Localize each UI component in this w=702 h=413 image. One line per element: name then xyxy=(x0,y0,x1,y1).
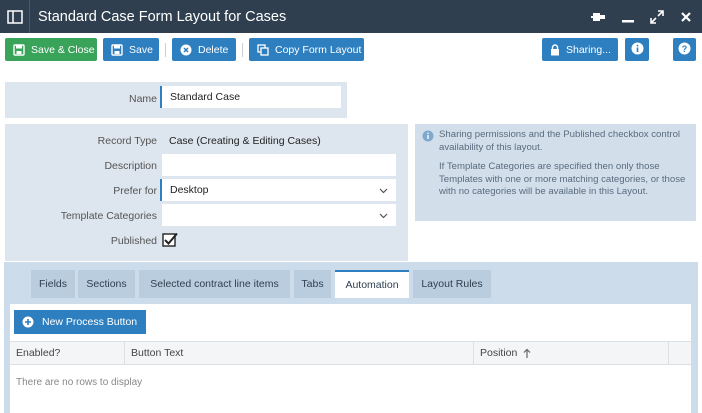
description-field[interactable] xyxy=(162,154,396,176)
prefer-for-select[interactable]: Desktop xyxy=(160,179,396,201)
column-position-label: Position xyxy=(480,347,518,359)
template-categories-select[interactable] xyxy=(162,204,396,226)
info-sharing-text: Sharing permissions and the Published ch… xyxy=(439,129,681,153)
save-icon xyxy=(111,43,123,56)
tab-fields[interactable]: Fields xyxy=(31,270,75,298)
sort-ascending-icon xyxy=(523,348,531,359)
help-icon: ? xyxy=(678,42,691,58)
save-close-button[interactable]: Save & Close xyxy=(5,38,97,61)
save-label: Save xyxy=(129,43,153,56)
delete-icon xyxy=(180,44,192,56)
copy-form-layout-label: Copy Form Layout xyxy=(275,43,362,56)
published-label: Published xyxy=(110,235,157,247)
window-title: Standard Case Form Layout for Cases xyxy=(38,8,287,25)
copy-form-layout-button[interactable]: Copy Form Layout xyxy=(249,38,364,61)
save-button[interactable]: Save xyxy=(103,38,159,61)
tab-tabs[interactable]: Tabs xyxy=(294,270,331,298)
tab-sections[interactable]: Sections xyxy=(78,270,135,298)
tab-layout-rules[interactable]: Layout Rules xyxy=(413,270,491,298)
layout-window-icon xyxy=(0,0,30,33)
record-type-value: Case (Creating & Editing Cases) xyxy=(169,135,321,147)
toolbar-divider xyxy=(242,43,243,57)
new-process-button[interactable]: New Process Button xyxy=(14,310,147,334)
description-label: Description xyxy=(104,160,157,172)
save-close-label: Save & Close xyxy=(31,43,95,56)
tab-selected-contract-line-items[interactable]: Selected contract line items xyxy=(139,270,290,298)
name-label: Name xyxy=(128,93,157,105)
info-template-text: If Template Categories are specified the… xyxy=(439,161,686,197)
plus-circle-icon xyxy=(22,316,34,328)
new-process-button-label: New Process Button xyxy=(42,316,138,328)
lock-icon xyxy=(550,43,560,56)
pin-icon[interactable] xyxy=(589,7,609,27)
title-bar: Standard Case Form Layout for Cases xyxy=(0,0,702,33)
tab-automation[interactable]: Automation xyxy=(335,270,409,298)
record-type-label: Record Type xyxy=(97,135,157,147)
toolbar-divider xyxy=(165,43,166,57)
minimize-icon[interactable] xyxy=(618,7,638,27)
sharing-label: Sharing... xyxy=(566,43,611,56)
help-button[interactable]: ? xyxy=(673,38,696,61)
name-field[interactable]: Standard Case xyxy=(160,86,341,108)
name-value: Standard Case xyxy=(170,91,241,103)
column-position[interactable]: Position xyxy=(474,342,669,364)
delete-label: Delete xyxy=(198,43,229,56)
published-checkbox[interactable] xyxy=(162,232,178,248)
info-icon xyxy=(631,42,644,58)
column-button-text[interactable]: Button Text xyxy=(125,342,474,364)
close-icon[interactable] xyxy=(676,7,696,27)
automation-panel: New Process Button Enabled? Button Text … xyxy=(10,304,691,413)
prefer-for-value: Desktop xyxy=(170,184,209,196)
delete-button[interactable]: Delete xyxy=(172,38,236,61)
template-categories-label: Template Categories xyxy=(60,210,157,222)
tab-strip: Fields Sections Selected contract line i… xyxy=(4,262,698,298)
name-panel: Name Standard Case xyxy=(5,82,347,118)
chevron-down-icon xyxy=(379,210,388,222)
copy-icon xyxy=(257,43,269,56)
toolbar: Save & Close Save Delete Copy Form Layou… xyxy=(0,33,702,67)
column-enabled[interactable]: Enabled? xyxy=(10,342,125,364)
sharing-button[interactable]: Sharing... xyxy=(542,38,618,61)
info-button[interactable] xyxy=(625,38,649,61)
svg-text:?: ? xyxy=(682,44,688,54)
info-circle-icon xyxy=(422,130,434,147)
chevron-down-icon xyxy=(379,185,388,197)
empty-table-message: There are no rows to display xyxy=(16,377,143,388)
table-header: Enabled? Button Text Position xyxy=(10,341,691,365)
maximize-icon[interactable] xyxy=(647,7,667,27)
info-panel: Sharing permissions and the Published ch… xyxy=(415,124,696,221)
prefer-for-label: Prefer for xyxy=(113,185,157,197)
form-panel: Record Type Case (Creating & Editing Cas… xyxy=(5,124,408,261)
save-icon xyxy=(13,43,25,56)
automation-tab-content: New Process Button Enabled? Button Text … xyxy=(4,298,698,413)
